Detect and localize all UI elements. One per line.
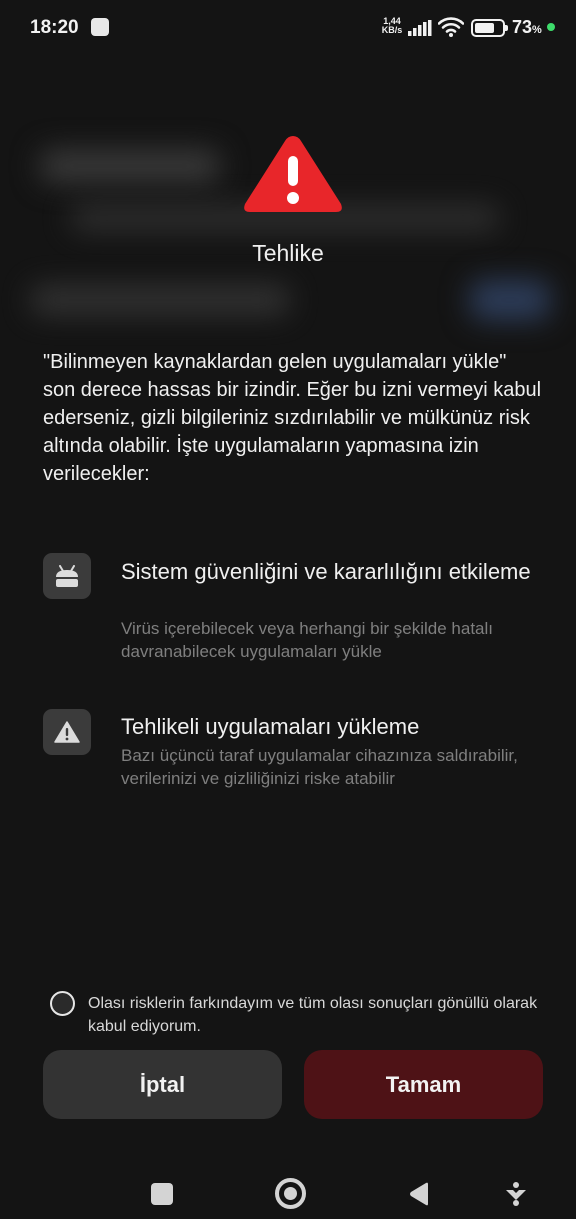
network-speed-unit: KB/s bbox=[381, 25, 403, 35]
signal-icon bbox=[408, 20, 432, 36]
consent-label[interactable]: Olası risklerin farkındayım ve tüm olası… bbox=[88, 992, 538, 1038]
battery-percent: 73% bbox=[512, 17, 542, 38]
clock: 18:20 bbox=[30, 17, 79, 38]
wifi-icon bbox=[438, 17, 464, 37]
blurred-background bbox=[30, 285, 290, 315]
ok-button[interactable]: Tamam bbox=[304, 1050, 543, 1119]
battery-icon bbox=[471, 19, 508, 37]
permission-description: Bazı üçüncü taraf uygulamalar cihazınıza… bbox=[121, 746, 518, 788]
blurred-background bbox=[40, 150, 220, 182]
android-icon bbox=[43, 553, 91, 599]
blurred-background bbox=[470, 280, 550, 320]
accessibility-icon[interactable] bbox=[503, 1181, 529, 1207]
permission-title: Sistem güvenliğini ve kararlılığını etki… bbox=[121, 559, 531, 584]
battery-level bbox=[475, 23, 494, 33]
permission-title: Tehlikeli uygulamaları yükleme bbox=[121, 714, 420, 739]
status-bar: 18:20 1,44 KB/s 73% bbox=[0, 0, 576, 56]
warning-icon bbox=[43, 709, 91, 755]
intro-text: "Bilinmeyen kaynaklardan gelen uygulamal… bbox=[43, 351, 542, 485]
charging-dot bbox=[547, 23, 555, 31]
battery-percent-value: 73 bbox=[512, 17, 533, 37]
battery-percent-sign: % bbox=[532, 24, 542, 36]
recents-icon[interactable] bbox=[151, 1183, 173, 1205]
permission-description: Virüs içerebilecek veya herhangi bir şek… bbox=[121, 619, 493, 661]
notification-icon bbox=[91, 18, 109, 36]
home-icon[interactable] bbox=[275, 1178, 306, 1209]
warning-triangle-icon bbox=[244, 136, 342, 212]
dialog-title: Tehlike bbox=[252, 240, 324, 266]
network-speed: 1,44 KB/s bbox=[379, 17, 405, 35]
cancel-button[interactable]: İptal bbox=[43, 1050, 282, 1119]
back-icon[interactable] bbox=[408, 1182, 430, 1206]
consent-checkbox[interactable] bbox=[50, 991, 75, 1016]
